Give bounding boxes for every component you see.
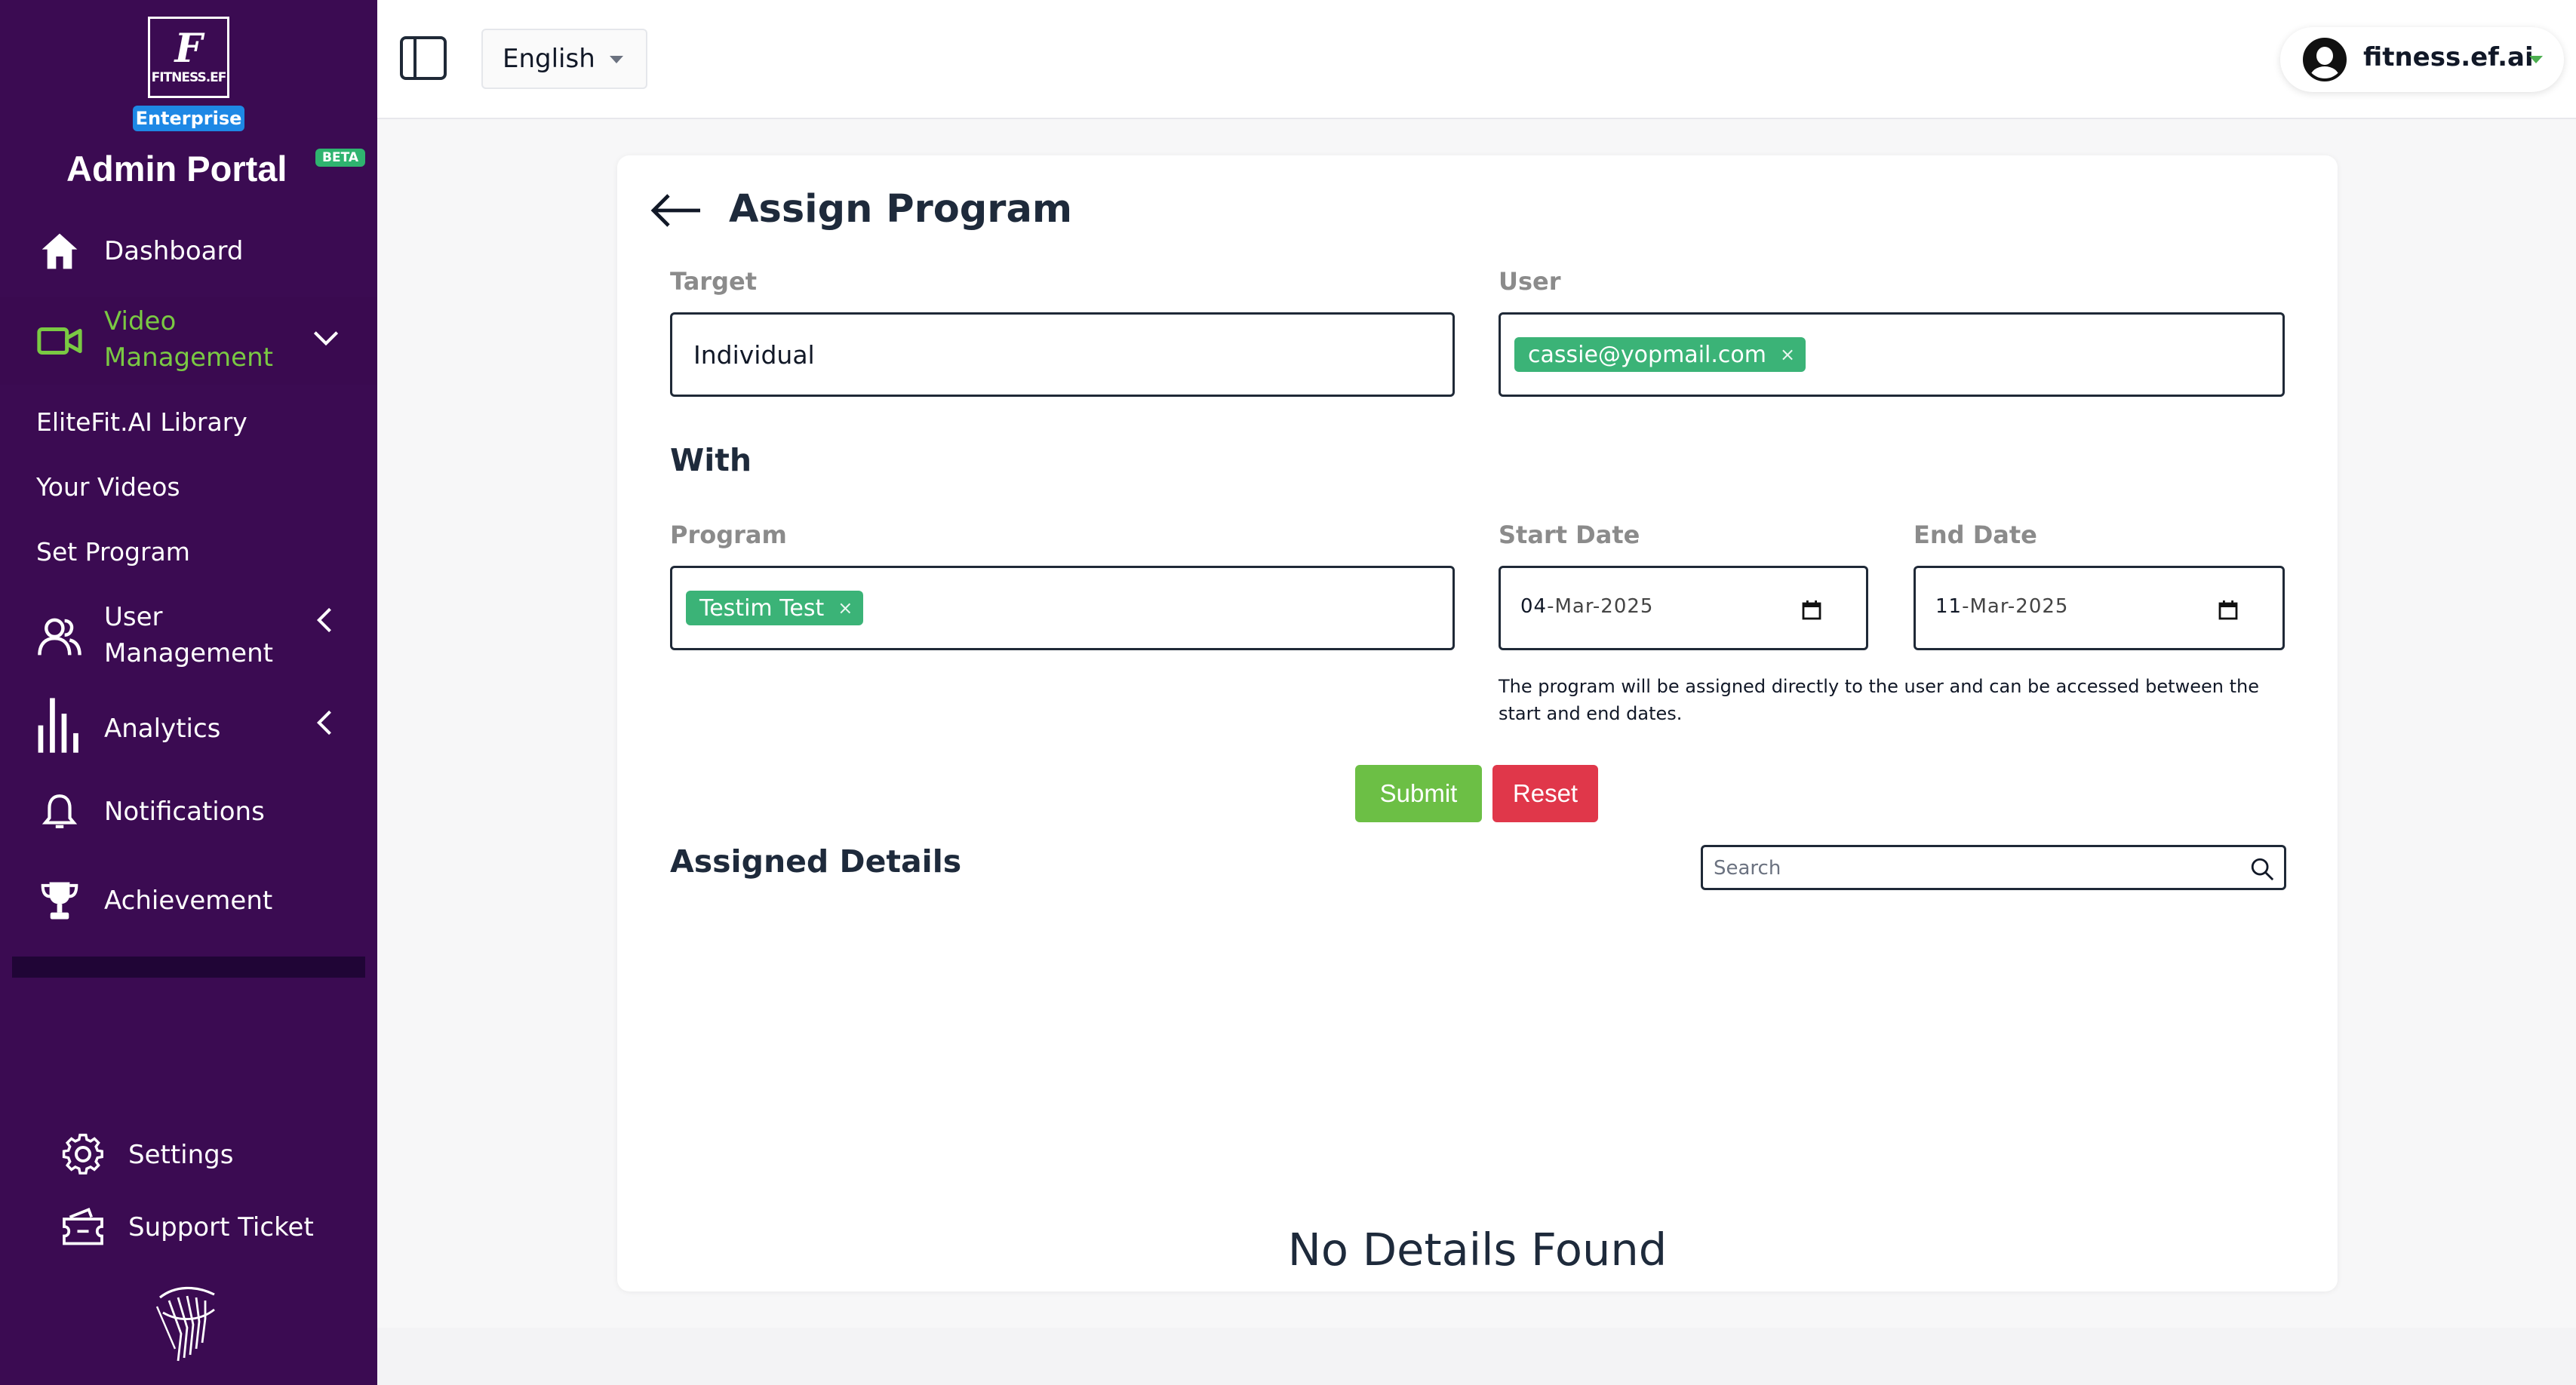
bell-icon [36,788,83,835]
logo-text: FITNESS.EF [151,70,227,85]
calendar-icon[interactable] [1801,600,1822,621]
program-label: Program [670,521,787,549]
target-select[interactable]: Individual [670,312,1455,397]
label-line-1: Video [104,306,177,336]
brand-logo[interactable]: F FITNESS.EF [148,17,229,98]
user-label: User [1499,267,1561,296]
label-line-2: Management [104,342,273,373]
label-line-1: User [104,602,163,632]
assigned-details-heading: Assigned Details [670,843,962,880]
gear-icon [60,1132,107,1178]
sidebar-item-user-management[interactable]: User Management [0,597,377,676]
brand-mark-icon [148,1282,223,1365]
topbar: English fitness.ef.ai [377,0,2576,119]
chevron-down-icon[interactable] [309,321,343,355]
sidebar-subitem-library[interactable]: EliteFit.AI Library [36,407,247,437]
program-multiselect[interactable]: Testim Test × [670,566,1455,650]
sidebar-item-label: Video Management [104,303,273,376]
sidebar-item-label: Settings [128,1140,234,1170]
sidebar-item-label: Achievement [104,886,273,916]
start-date-input[interactable]: 04-Mar-2025 [1499,566,1868,650]
ticket-icon [60,1204,107,1251]
language-select[interactable]: English [481,29,647,89]
caret-down-icon [610,56,623,63]
profile-menu[interactable]: fitness.ef.ai [2280,27,2564,92]
search-input[interactable] [1714,853,2227,883]
sidebar-item-support-ticket[interactable]: Support Ticket [0,1204,377,1251]
avatar [2303,38,2347,81]
sidebar: F FITNESS.EF Enterprise Admin Portal BET… [0,0,377,1385]
label-line-2: Management [104,638,273,668]
video-camera-icon [36,318,83,364]
logo-area: F FITNESS.EF Enterprise [0,17,377,131]
users-icon [36,613,83,660]
assign-program-card: Assign Program Target Individual User ca… [617,155,2338,1291]
sidebar-item-label: Analytics [104,714,221,744]
enterprise-badge: Enterprise [133,106,244,131]
sidebar-scroll-edge [12,957,365,978]
calendar-icon[interactable] [2218,600,2239,621]
user-chip-label: cassie@yopmail.com [1528,341,1766,368]
submit-button[interactable]: Submit [1355,765,1482,822]
app-root: F FITNESS.EF Enterprise Admin Portal BET… [0,0,2576,1385]
program-chip-label: Testim Test [699,594,825,622]
start-date-label: Start Date [1499,521,1640,549]
start-date-year: 2025 [1600,595,1654,618]
home-icon [36,228,83,275]
end-date-input[interactable]: 11-Mar-2025 [1914,566,2285,650]
sidebar-item-dashboard[interactable]: Dashboard [0,226,377,276]
sidebar-item-settings[interactable]: Settings [0,1132,377,1178]
end-date-label: End Date [1914,521,2037,549]
bar-chart-icon [36,698,83,753]
start-date-value: 04-Mar-2025 [1520,595,1654,618]
start-date-month: Mar [1554,595,1593,618]
language-value: English [503,44,595,74]
reset-button[interactable]: Reset [1492,765,1598,822]
end-date-year: 2025 [2015,595,2069,618]
sidebar-subitem-set-program[interactable]: Set Program [36,537,190,567]
sidebar-item-label: User Management [104,599,273,671]
chevron-left-icon[interactable] [309,603,343,637]
sidebar-item-achievement[interactable]: Achievement [0,878,377,923]
sidebar-item-label: Support Ticket [128,1212,314,1242]
remove-chip-icon[interactable]: × [1780,344,1795,365]
search-field [1701,845,2286,890]
start-date-day: 04 [1520,595,1548,618]
sidebar-item-label: Notifications [104,797,265,827]
portal-title: Admin Portal [66,149,287,189]
remove-chip-icon[interactable]: × [838,597,853,619]
sidebar-item-label: Dashboard [104,236,244,266]
sidebar-item-analytics[interactable]: Analytics [0,698,377,760]
page-footer-area [377,1328,2576,1385]
target-value: Individual [693,339,815,370]
date-helper-text: The program will be assigned directly to… [1499,676,2259,724]
trophy-icon [36,877,83,924]
search-icon[interactable] [2249,856,2275,882]
end-date-month: Mar [1969,595,2008,618]
caret-down-icon [2529,56,2543,63]
program-chip: Testim Test × [686,591,864,625]
with-heading: With [670,442,752,478]
page-title: Assign Program [729,187,1073,232]
sidebar-toggle-icon[interactable] [400,36,447,80]
user-multiselect[interactable]: cassie@yopmail.com × [1499,312,2285,397]
user-chip: cassie@yopmail.com × [1514,337,1806,372]
beta-badge: BETA [315,149,366,167]
sidebar-subitem-your-videos[interactable]: Your Videos [36,472,180,502]
end-date-day: 11 [1935,595,1963,618]
chevron-left-icon[interactable] [309,706,343,739]
sidebar-item-video-management[interactable]: Video Management [0,297,377,385]
target-label: Target [670,267,757,296]
back-arrow-icon[interactable] [649,189,703,232]
profile-name: fitness.ef.ai [2363,42,2534,72]
logo-letter: F [174,26,203,72]
sidebar-item-notifications[interactable]: Notifications [0,789,377,834]
empty-state-message: No Details Found [1287,1224,1668,1276]
end-date-value: 11-Mar-2025 [1935,595,2069,618]
